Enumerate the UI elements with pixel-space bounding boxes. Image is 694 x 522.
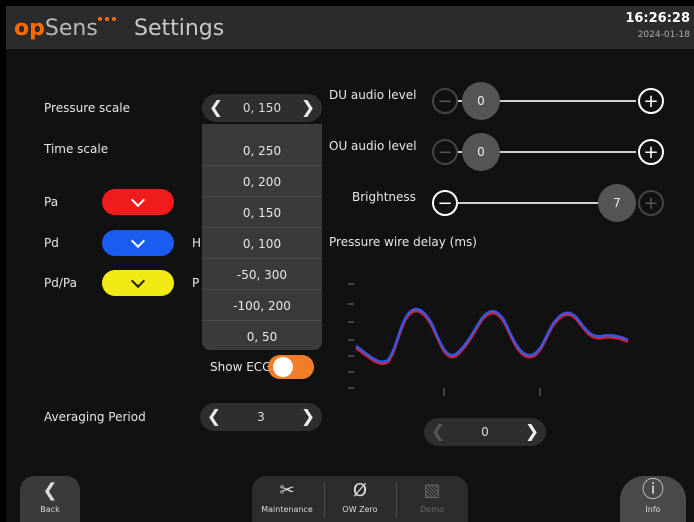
brightness-track[interactable] xyxy=(456,202,616,204)
info-icon: ⓘ xyxy=(641,478,664,503)
chevron-down-icon xyxy=(130,273,146,289)
maintenance-button[interactable]: ✂ Maintenance xyxy=(252,476,322,522)
du-minus-icon[interactable]: − xyxy=(432,88,458,114)
chevron-down-icon xyxy=(130,192,146,208)
pa-color-dropdown[interactable] xyxy=(102,189,174,215)
option-0-50[interactable]: 0, 50 xyxy=(202,322,322,352)
brightness-knob[interactable]: 7 xyxy=(598,184,636,222)
ou-minus-icon[interactable]: − xyxy=(432,139,458,165)
pd-color-dropdown[interactable] xyxy=(102,230,174,256)
averaging-prev-icon[interactable]: ❮ xyxy=(202,403,226,431)
clock-time: 16:26:28 xyxy=(625,11,690,26)
logo-sens-text: Sens xyxy=(44,16,98,41)
option-0-150[interactable]: 0, 150 xyxy=(202,198,322,228)
back-button[interactable]: ❮ Back xyxy=(20,476,80,522)
footer-actions-group: ✂ Maintenance Ø OW Zero ▧ Demo xyxy=(252,476,468,522)
header-bar: opSens Settings 16:26:28 2024-01-18 xyxy=(6,6,694,49)
ow-zero-label: OW Zero xyxy=(342,505,378,514)
pdpa-obscured-label: P xyxy=(192,276,200,290)
info-label: Info xyxy=(645,505,661,514)
pressure-scale-prev-icon[interactable]: ❮ xyxy=(204,94,228,122)
du-plus-icon[interactable]: + xyxy=(638,88,664,114)
show-ecg-label: Show ECG xyxy=(210,360,272,374)
info-button[interactable]: ⓘ Info xyxy=(620,476,686,522)
page-title: Settings xyxy=(134,16,225,41)
du-audio-label: DU audio level xyxy=(329,88,417,102)
maintenance-label: Maintenance xyxy=(261,505,313,514)
option-neg100-200[interactable]: -100, 200 xyxy=(202,291,322,321)
demo-waveform-icon: ▧ xyxy=(423,480,441,501)
logo-dots-icon xyxy=(94,14,122,24)
du-audio-knob[interactable]: 0 xyxy=(462,82,500,120)
pa-label: Pa xyxy=(44,195,59,209)
option-0-200[interactable]: 0, 200 xyxy=(202,167,322,197)
brightness-plus-icon[interactable]: + xyxy=(638,190,664,216)
pdpa-label: Pd/Pa xyxy=(44,276,77,290)
zero-icon: Ø xyxy=(352,480,368,501)
pressure-scale-next-icon[interactable]: ❯ xyxy=(296,94,320,122)
option-0-250[interactable]: 0, 250 xyxy=(202,136,322,166)
wire-delay-label: Pressure wire delay (ms) xyxy=(329,235,477,249)
pressure-scale-value[interactable]: 0, 150 xyxy=(228,94,296,122)
brightness-minus-icon[interactable]: − xyxy=(432,190,458,216)
back-arrow-icon: ❮ xyxy=(42,480,58,501)
brightness-label: Brightness xyxy=(352,190,416,204)
option-0-100[interactable]: 0, 100 xyxy=(202,229,322,259)
averaging-period-stepper: ❮ 3 ❯ xyxy=(200,403,322,431)
back-label: Back xyxy=(40,505,60,514)
pressure-scale-label: Pressure scale xyxy=(44,101,130,115)
demo-label: Demo xyxy=(420,505,444,514)
footer-bar: ❮ Back ✂ Maintenance Ø OW Zero ▧ Demo ⓘ … xyxy=(6,476,694,522)
pd-waveform-line xyxy=(355,307,629,363)
pdpa-color-dropdown[interactable] xyxy=(102,270,174,296)
logo-op-text: op xyxy=(14,16,45,41)
pressure-scale-options-list: 0, 250 0, 200 0, 150 0, 100 -50, 300 -10… xyxy=(202,124,322,350)
ou-audio-label: OU audio level xyxy=(329,139,417,153)
waveform-ticks xyxy=(348,283,541,396)
clock-date: 2024-01-18 xyxy=(637,30,690,40)
wire-delay-stepper: ❮ 0 ❯ xyxy=(424,418,546,446)
pressure-scale-stepper: ❮ 0, 150 ❯ xyxy=(202,94,322,122)
option-neg50-300[interactable]: -50, 300 xyxy=(202,260,322,290)
time-scale-label: Time scale xyxy=(44,142,109,156)
wire-delay-waveform xyxy=(348,283,629,396)
opsens-logo: opSens xyxy=(14,16,116,42)
demo-button[interactable]: ▧ Demo xyxy=(397,476,467,522)
ou-audio-knob[interactable]: 0 xyxy=(462,133,500,171)
ow-zero-button[interactable]: Ø OW Zero xyxy=(325,476,395,522)
averaging-value: 3 xyxy=(257,410,265,424)
wire-delay-prev-icon[interactable]: ❮ xyxy=(426,418,450,446)
toggle-thumb xyxy=(273,357,293,377)
chevron-down-icon xyxy=(130,233,146,249)
wire-delay-next-icon[interactable]: ❯ xyxy=(520,418,544,446)
ou-plus-icon[interactable]: + xyxy=(638,139,664,165)
settings-screen: opSens Settings 16:26:28 2024-01-18 Pres… xyxy=(6,6,694,522)
pd-label: Pd xyxy=(44,236,59,250)
wire-delay-value: 0 xyxy=(481,425,489,439)
show-ecg-toggle[interactable] xyxy=(268,355,314,379)
averaging-period-label: Averaging Period xyxy=(44,410,146,424)
pd-obscured-label: H xyxy=(192,236,202,250)
averaging-next-icon[interactable]: ❯ xyxy=(296,403,320,431)
tools-icon: ✂ xyxy=(279,480,295,501)
